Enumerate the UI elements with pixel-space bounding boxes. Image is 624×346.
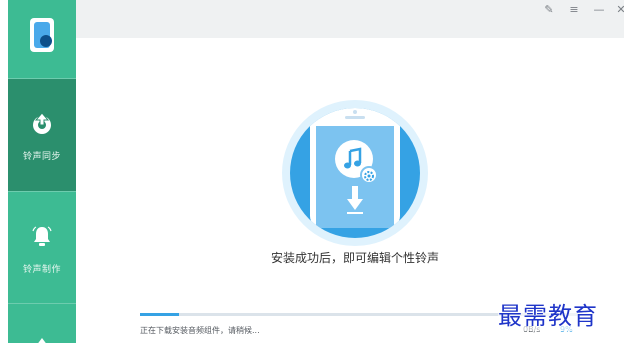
edit-icon[interactable]: ✎ [540,2,558,18]
bell-icon [32,226,52,246]
phone-icon [310,108,400,228]
download-status-text: 正在下载安装音频组件，请稍候... [140,326,260,335]
install-illustration [282,100,428,246]
app-logo-icon [30,18,54,52]
close-button[interactable]: ✕ [612,2,624,18]
upload-arrow-icon [33,112,51,134]
more-icon [36,338,48,346]
phone-screen [316,126,394,228]
download-arrow-icon [347,186,363,214]
title-bar: ✎ ≡ — ✕ [76,0,624,38]
sidebar-item-ringtone-make[interactable]: 铃声制作 [8,192,76,304]
minimize-button[interactable]: — [590,2,608,18]
gear-icon [360,166,378,184]
sidebar-item-ringtone-sync[interactable]: 铃声同步 [8,79,76,191]
menu-icon[interactable]: ≡ [565,2,583,18]
illustration-circle [290,108,420,238]
sidebar: 铃声同步 铃声制作 [8,0,76,346]
install-message: 安装成功后，即可编辑个性铃声 [270,251,439,265]
watermark-text: 最需教育 [498,296,598,331]
download-progress-fill [140,313,180,316]
sidebar-item-label: 铃声同步 [22,152,61,162]
app-logo-area [8,0,76,78]
sidebar-item-more[interactable] [8,304,76,346]
window-left-edge [0,0,8,343]
sidebar-item-label: 铃声制作 [22,265,61,275]
